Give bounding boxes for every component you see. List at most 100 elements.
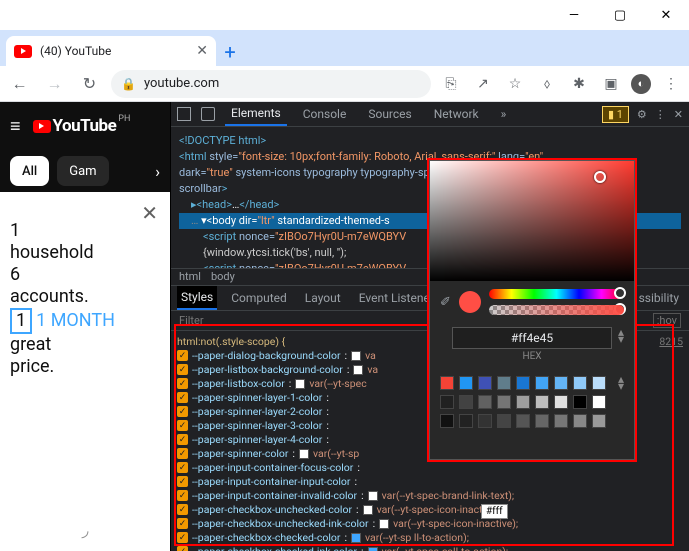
- share-icon[interactable]: ↗: [471, 72, 495, 96]
- new-tab-button[interactable]: +: [216, 38, 244, 66]
- nav-reload-button[interactable]: ↻: [76, 70, 103, 98]
- property-name[interactable]: --paper-input-container-input-color: [192, 475, 350, 489]
- browser-tab-youtube[interactable]: (40) YouTube ✕: [6, 36, 216, 66]
- palette-swatch[interactable]: [478, 376, 492, 390]
- device-toolbar-icon[interactable]: [201, 107, 215, 121]
- palette-swatch[interactable]: [516, 395, 530, 409]
- palette-switch[interactable]: ▴▾: [618, 376, 624, 390]
- devtools-tab-console[interactable]: Console: [297, 103, 353, 125]
- extensions-puzzle-icon[interactable]: ✱: [567, 72, 591, 96]
- palette-swatch[interactable]: [573, 414, 587, 428]
- property-name[interactable]: --paper-checkbox-checked-color: [192, 531, 340, 545]
- crumb-html[interactable]: html: [179, 270, 201, 283]
- star-icon[interactable]: ☆: [503, 72, 527, 96]
- property-value[interactable]: var(--yt-sp: [313, 447, 359, 461]
- devtools-warning-badge[interactable]: ▮ 1: [602, 106, 629, 123]
- property-checkbox[interactable]: ✓: [177, 504, 188, 515]
- property-name[interactable]: --paper-input-container-invalid-color: [192, 489, 357, 503]
- property-name[interactable]: --paper-spinner-layer-1-color: [192, 391, 322, 405]
- profile-avatar[interactable]: ◐: [631, 74, 651, 94]
- property-name[interactable]: --paper-listbox-background-color: [192, 363, 343, 377]
- property-checkbox[interactable]: ✓: [177, 518, 188, 529]
- color-mode-switch[interactable]: ▴▾: [618, 329, 624, 343]
- property-value[interactable]: var(--yt-sp ll-to-action);: [365, 531, 469, 545]
- property-checkbox[interactable]: ✓: [177, 490, 188, 501]
- tab-close-button[interactable]: ✕: [196, 43, 208, 59]
- palette-swatch[interactable]: [592, 414, 606, 428]
- css-property-row[interactable]: ✓--paper-input-container-invalid-color:v…: [177, 489, 683, 503]
- property-value[interactable]: var(--yt-spec-call-to-action);: [382, 545, 509, 551]
- property-checkbox[interactable]: ✓: [177, 532, 188, 543]
- palette-swatch[interactable]: [573, 395, 587, 409]
- chip-next-button[interactable]: ›: [155, 162, 160, 181]
- property-name[interactable]: --paper-spinner-layer-2-color: [192, 405, 322, 419]
- styles-filter-input[interactable]: Filter: [179, 314, 204, 327]
- color-picker[interactable]: ✐ HEX ▴▾ ▴▾: [429, 160, 635, 460]
- palette-swatch[interactable]: [440, 414, 454, 428]
- nav-forward-button[interactable]: →: [41, 70, 68, 98]
- palette-swatch[interactable]: [440, 395, 454, 409]
- color-swatch-icon[interactable]: [353, 365, 363, 375]
- property-checkbox[interactable]: ✓: [177, 392, 188, 403]
- css-source-link[interactable]: 8215: [659, 335, 683, 349]
- promo-close-button[interactable]: ✕: [141, 202, 158, 224]
- dom-node[interactable]: <!DOCTYPE html>: [179, 133, 681, 149]
- property-checkbox[interactable]: ✓: [177, 546, 188, 551]
- palette-swatch[interactable]: [516, 414, 530, 428]
- property-value[interactable]: va: [365, 349, 376, 363]
- window-min-button[interactable]: —: [551, 0, 597, 30]
- property-checkbox[interactable]: ✓: [177, 364, 188, 375]
- devtools-tab-more[interactable]: »: [495, 103, 513, 125]
- palette-swatch[interactable]: [535, 395, 549, 409]
- styles-tab-styles[interactable]: Styles: [177, 286, 217, 310]
- window-close-button[interactable]: ✕: [643, 0, 689, 30]
- palette-swatch[interactable]: [459, 414, 473, 428]
- devtools-tab-elements[interactable]: Elements: [225, 102, 287, 126]
- hex-input[interactable]: [452, 327, 612, 349]
- crumb-body[interactable]: body: [211, 270, 235, 283]
- css-property-row[interactable]: ✓--paper-checkbox-checked-color:var(--yt…: [177, 531, 683, 545]
- color-swatch-icon[interactable]: [351, 533, 361, 543]
- styles-hov-button[interactable]: :hov: [653, 313, 681, 328]
- devtools-close-icon[interactable]: ✕: [674, 108, 683, 121]
- devtools-tab-network[interactable]: Network: [428, 103, 485, 125]
- css-property-row[interactable]: ✓--paper-checkbox-unchecked-color:var(--…: [177, 503, 683, 517]
- nav-back-button[interactable]: ←: [6, 70, 33, 98]
- palette-swatch[interactable]: [478, 395, 492, 409]
- color-gradient-canvas[interactable]: [430, 161, 634, 281]
- css-property-row[interactable]: ✓--paper-checkbox-unchecked-ink-color:va…: [177, 517, 683, 531]
- extension-1-icon[interactable]: ⬨: [535, 72, 559, 96]
- alpha-slider[interactable]: [489, 305, 624, 315]
- property-checkbox[interactable]: ✓: [177, 406, 188, 417]
- alpha-knob[interactable]: [614, 303, 626, 315]
- css-selector[interactable]: html:not(.style-scope) {: [177, 335, 285, 349]
- property-checkbox[interactable]: ✓: [177, 462, 188, 473]
- sidepanel-icon[interactable]: ▣: [599, 72, 623, 96]
- property-value[interactable]: va: [367, 363, 378, 377]
- hamburger-icon[interactable]: ≡: [10, 116, 21, 137]
- inspect-element-icon[interactable]: [177, 107, 191, 121]
- chip-all[interactable]: All: [10, 156, 49, 186]
- property-name[interactable]: --paper-checkbox-checked-ink-color: [192, 545, 357, 551]
- color-swatch-icon[interactable]: [379, 519, 389, 529]
- property-checkbox[interactable]: ✓: [177, 378, 188, 389]
- styles-tab-computed[interactable]: Computed: [227, 287, 291, 309]
- eyedropper-icon[interactable]: ✐: [440, 295, 451, 310]
- property-name[interactable]: --paper-checkbox-unchecked-color: [192, 503, 352, 517]
- palette-swatch[interactable]: [535, 376, 549, 390]
- property-checkbox[interactable]: ✓: [177, 420, 188, 431]
- youtube-logo[interactable]: YouTube PH: [33, 116, 131, 136]
- color-swatch-icon[interactable]: [299, 449, 309, 459]
- palette-swatch[interactable]: [516, 376, 530, 390]
- property-name[interactable]: --paper-spinner-layer-4-color: [192, 433, 322, 447]
- property-name[interactable]: --paper-listbox-color: [192, 377, 285, 391]
- palette-swatch[interactable]: [592, 376, 606, 390]
- devtools-settings-icon[interactable]: ⚙: [637, 108, 647, 121]
- window-max-button[interactable]: ▢: [597, 0, 643, 30]
- palette-swatch[interactable]: [459, 395, 473, 409]
- palette-swatch[interactable]: [554, 414, 568, 428]
- palette-swatch[interactable]: [497, 395, 511, 409]
- property-name[interactable]: --paper-input-container-focus-color: [192, 461, 353, 475]
- palette-swatch[interactable]: [554, 376, 568, 390]
- property-value[interactable]: var(--yt-spec-brand-link-text);: [382, 489, 515, 503]
